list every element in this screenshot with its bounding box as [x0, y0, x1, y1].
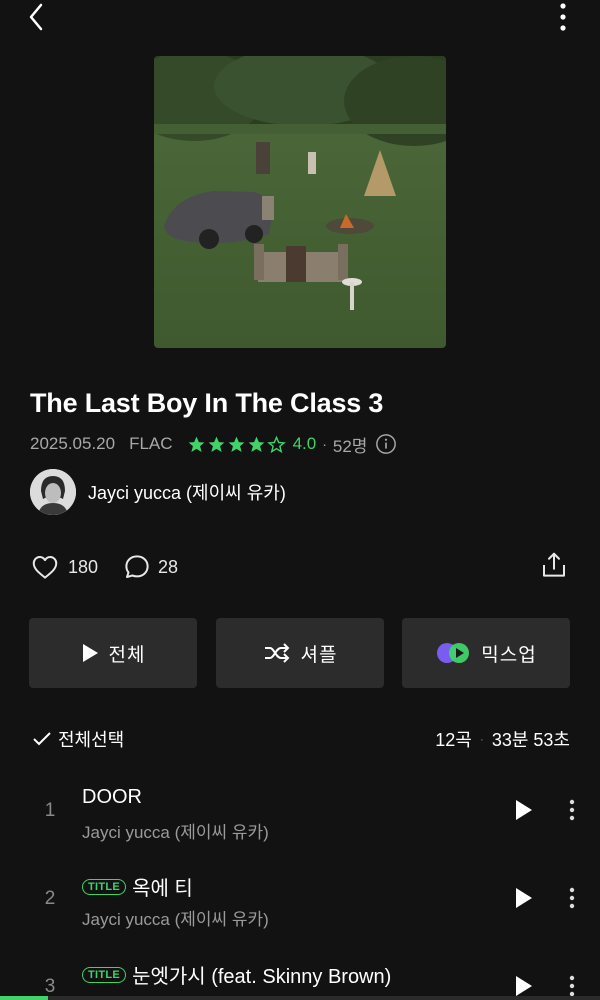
title-badge: TITLE — [82, 966, 127, 983]
more-options-button[interactable] — [546, 0, 580, 34]
vertical-dots-icon — [569, 799, 575, 821]
track-artist: Jayci yucca (제이씨 유카) — [82, 910, 269, 929]
mixup-button[interactable]: 믹스업 — [402, 618, 570, 688]
play-icon — [516, 888, 532, 908]
star-filled-icon — [188, 436, 204, 452]
comment-icon[interactable] — [122, 552, 152, 582]
rating-value: 4.0 — [292, 434, 317, 453]
like-count: 180 — [68, 556, 99, 577]
share-icon — [543, 552, 565, 577]
track-play-button[interactable] — [512, 974, 536, 998]
select-all-button[interactable]: 전체선택 — [32, 726, 124, 752]
shuffle-icon — [264, 643, 289, 663]
track-more-button[interactable] — [566, 974, 578, 998]
play-icon — [82, 644, 98, 662]
shuffle-label: 셔플 — [300, 644, 338, 666]
album-title: The Last Boy In The Class 3 — [30, 388, 384, 418]
artist-name: Jayci yucca (제이씨 유카) — [88, 483, 286, 503]
track-title: 옥에 티 — [132, 878, 193, 900]
mixup-label: 믹스업 — [481, 644, 537, 666]
artist-link[interactable]: Jayci yucca (제이씨 유카) — [30, 468, 286, 516]
tracklist-summary: 12곡 · 33분 53초 — [435, 726, 570, 752]
star-filled-icon — [208, 436, 224, 452]
play-icon — [516, 800, 532, 820]
play-all-label: 전체 — [108, 644, 146, 666]
avatar — [30, 469, 76, 515]
track-number: 2 — [44, 888, 56, 909]
info-icon[interactable] — [375, 433, 397, 455]
title-badge: TITLE — [82, 878, 127, 895]
comment-count: 28 — [158, 556, 179, 577]
track-play-button[interactable] — [512, 798, 536, 822]
check-icon — [33, 732, 51, 746]
release-date: 2025.05.20 — [30, 434, 116, 453]
track-row[interactable]: 1 DOOR Jayci yucca (제이씨 유카) — [0, 770, 600, 858]
track-more-button[interactable] — [566, 798, 578, 822]
chevron-left-icon — [29, 3, 43, 31]
star-rating[interactable]: 4.0 — [187, 434, 317, 454]
vertical-dots-icon — [560, 3, 566, 31]
track-row[interactable]: 3 TITLE 눈엣가시 (feat. Skinny Brown) — [0, 946, 600, 1000]
play-icon — [516, 976, 532, 996]
track-number: 3 — [44, 976, 56, 997]
rating-count: 52명 — [332, 436, 368, 456]
heart-icon[interactable] — [30, 552, 60, 582]
share-button[interactable] — [538, 548, 570, 582]
audio-format: FLAC — [129, 434, 173, 453]
player-progress-fill — [0, 996, 48, 1000]
track-number: 1 — [44, 800, 56, 821]
total-duration: 33분 53초 — [491, 730, 570, 750]
player-progress-bar[interactable] — [0, 996, 600, 1000]
track-row[interactable]: 2 TITLE 옥에 티 Jayci yucca (제이씨 유카) — [0, 858, 600, 946]
track-count: 12곡 — [435, 730, 472, 750]
vertical-dots-icon — [569, 975, 575, 997]
album-meta: 2025.05.20 FLAC 4.0 · 52명 — [30, 432, 397, 456]
select-all-label: 전체선택 — [58, 730, 125, 750]
shuffle-button[interactable]: 셔플 — [216, 618, 384, 688]
play-all-button[interactable]: 전체 — [29, 618, 197, 688]
back-button[interactable] — [20, 0, 54, 34]
track-more-button[interactable] — [566, 886, 578, 910]
mixup-icon — [437, 643, 470, 663]
track-title-wrap: TITLE 눈엣가시 (feat. Skinny Brown) — [82, 960, 391, 989]
album-cover[interactable] — [154, 56, 446, 348]
track-title-wrap: TITLE 옥에 티 — [82, 872, 193, 901]
star-filled-icon — [248, 436, 264, 452]
star-empty-icon — [266, 435, 286, 453]
vertical-dots-icon — [569, 887, 575, 909]
track-play-button[interactable] — [512, 886, 536, 910]
track-title: 눈엣가시 (feat. Skinny Brown) — [132, 966, 392, 988]
track-title: DOOR — [82, 786, 142, 808]
star-filled-icon — [228, 436, 244, 452]
track-artist: Jayci yucca (제이씨 유카) — [82, 823, 269, 842]
social-row: 180 28 — [30, 550, 178, 584]
